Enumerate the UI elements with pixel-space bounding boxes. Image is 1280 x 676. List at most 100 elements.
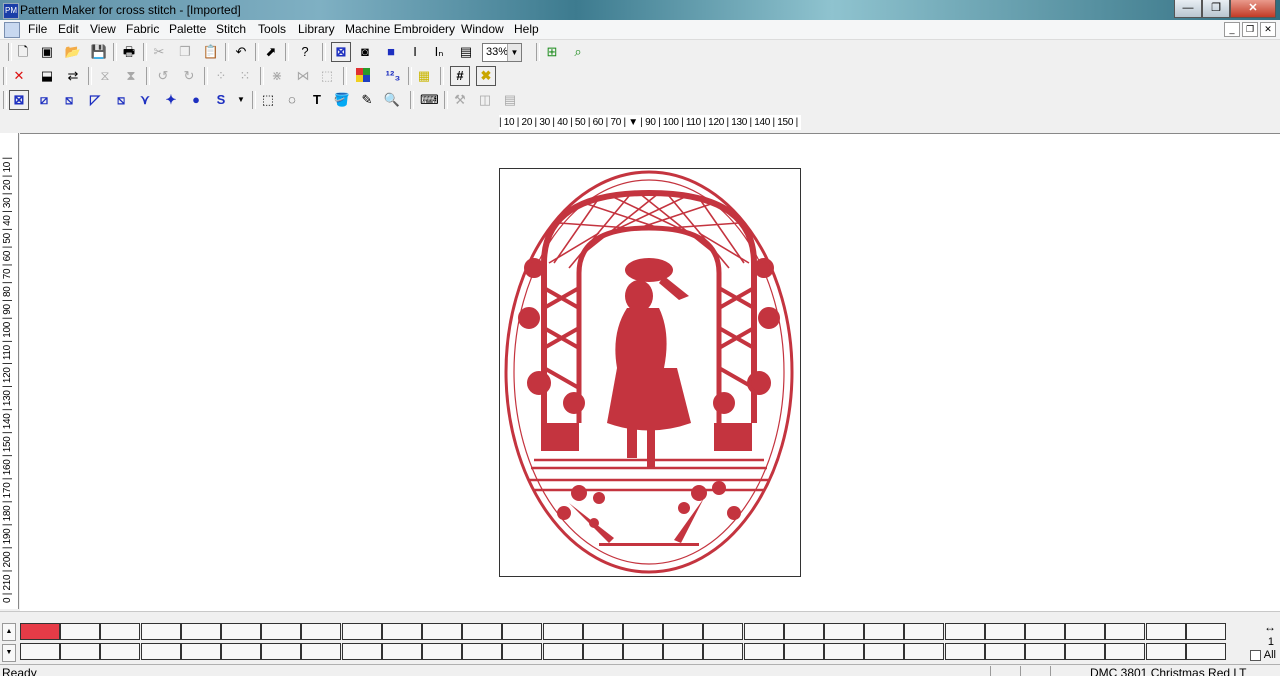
- bead-icon[interactable]: ●: [187, 91, 205, 109]
- menu-fabric[interactable]: Fabric: [126, 22, 159, 36]
- open-folder-icon[interactable]: 📂: [64, 43, 82, 61]
- layers-icon[interactable]: ▤: [501, 91, 519, 109]
- view-line-icon[interactable]: Iₙ: [430, 43, 448, 61]
- menu-tools[interactable]: Tools: [258, 22, 286, 36]
- palette-swatch[interactable]: [743, 623, 784, 640]
- cross-stitch-toggle-icon[interactable]: ✖: [476, 66, 496, 86]
- split-view-icon[interactable]: ◫: [476, 91, 494, 109]
- library-insert-icon[interactable]: ⬈: [262, 43, 280, 61]
- palette-swatch[interactable]: [261, 643, 302, 660]
- palette-swatch[interactable]: [984, 623, 1025, 640]
- palette-swatch[interactable]: [904, 623, 945, 640]
- fit-to-window-icon[interactable]: ⊞: [543, 43, 561, 61]
- menu-view[interactable]: View: [90, 22, 116, 36]
- remove-isolated-icon[interactable]: ⁘: [212, 67, 230, 85]
- menu-library[interactable]: Library: [298, 22, 335, 36]
- palette-swatch[interactable]: [582, 623, 623, 640]
- palette-swatch[interactable]: [140, 623, 181, 640]
- three-quarter-stitch-icon[interactable]: ⧄: [35, 91, 53, 109]
- horizontal-scrollbar[interactable]: [0, 611, 1280, 620]
- petite-stitch-icon[interactable]: ⧅: [112, 91, 130, 109]
- palette-swatch[interactable]: [180, 623, 221, 640]
- menu-stitch[interactable]: Stitch: [216, 22, 246, 36]
- document-icon[interactable]: [4, 22, 20, 38]
- close-button[interactable]: ✕: [1230, 0, 1276, 18]
- palette-swatch[interactable]: [703, 623, 744, 640]
- zoom-search-icon[interactable]: ⌕: [569, 43, 587, 61]
- backstitch-line-icon[interactable]: S: [212, 91, 230, 109]
- palette-swatch[interactable]: [904, 643, 945, 660]
- palette-swatch[interactable]: [1105, 623, 1146, 640]
- menu-help[interactable]: Help: [514, 22, 539, 36]
- palette-swatch-selected[interactable]: [20, 623, 60, 640]
- quarter-stitch-icon[interactable]: ◸: [86, 91, 104, 109]
- palette-swatch[interactable]: [381, 623, 422, 640]
- ellipse-select-icon[interactable]: ◌: [283, 91, 301, 109]
- palette-swatch[interactable]: [663, 623, 704, 640]
- palette-swatch[interactable]: [703, 643, 744, 660]
- palette-swatch[interactable]: [1185, 643, 1226, 660]
- cut-icon[interactable]: ✂: [150, 43, 168, 61]
- select-area-icon[interactable]: ⬚: [318, 67, 336, 85]
- palette-scroll-up-button[interactable]: ▲: [2, 623, 16, 641]
- menu-palette[interactable]: Palette: [169, 22, 206, 36]
- palette-swatch[interactable]: [341, 623, 382, 640]
- palette-swatch[interactable]: [341, 643, 382, 660]
- all-toggle[interactable]: All: [1249, 649, 1276, 661]
- palette-swatch[interactable]: [301, 623, 342, 640]
- zoom-select[interactable]: 33% ▼: [482, 43, 522, 62]
- chevron-down-icon[interactable]: ▼: [507, 44, 521, 61]
- palette-swatch[interactable]: [60, 643, 101, 660]
- menu-file[interactable]: File: [28, 22, 47, 36]
- palette-swatch[interactable]: [221, 643, 261, 660]
- help-icon[interactable]: ?: [296, 43, 314, 61]
- palette-swatch[interactable]: [221, 623, 261, 640]
- half-stitch-icon[interactable]: ⧅: [60, 91, 78, 109]
- doc-restore-button[interactable]: ❐: [1242, 22, 1258, 37]
- palette-swatch[interactable]: [824, 643, 864, 660]
- palette-swatch[interactable]: [1065, 623, 1106, 640]
- chevron-down-icon[interactable]: ▼: [232, 91, 250, 109]
- palette-swatch[interactable]: [824, 623, 864, 640]
- doc-minimize-button[interactable]: _: [1224, 22, 1240, 37]
- palette-swatch[interactable]: [381, 643, 422, 660]
- palette-swatch[interactable]: [100, 643, 141, 660]
- new-file-icon[interactable]: 🗋: [14, 43, 32, 61]
- view-properties-icon[interactable]: ▤: [457, 43, 475, 61]
- delete-icon[interactable]: ✕: [10, 67, 28, 85]
- palette-swatch[interactable]: [542, 643, 583, 660]
- palette-swatch[interactable]: [1105, 643, 1146, 660]
- palette-swatch[interactable]: [864, 623, 905, 640]
- doc-close-button[interactable]: ✕: [1260, 22, 1276, 37]
- fabric-grid-icon[interactable]: ▦: [415, 67, 433, 85]
- menu-window[interactable]: Window: [461, 22, 504, 36]
- view-text-icon[interactable]: I: [406, 43, 424, 61]
- copy-icon[interactable]: ❐: [176, 43, 194, 61]
- special-stitch-icon[interactable]: ⋎: [136, 91, 154, 109]
- palette-swatch[interactable]: [301, 643, 342, 660]
- palette-swatch[interactable]: [743, 643, 784, 660]
- palette-swatch[interactable]: [502, 643, 543, 660]
- palette-swatch[interactable]: [1145, 643, 1186, 660]
- mirror-vertical-icon[interactable]: ⧗: [122, 67, 140, 85]
- symbol-numbers-icon[interactable]: ¹²₃: [384, 67, 402, 85]
- view-symbols-icon[interactable]: ◙: [356, 43, 374, 61]
- wand-icon[interactable]: ⚒: [451, 91, 469, 109]
- palette-swatch[interactable]: [663, 643, 704, 660]
- palette-swatch[interactable]: [60, 623, 101, 640]
- swap-icon[interactable]: ⇄: [64, 67, 82, 85]
- new-from-image-icon[interactable]: ▣: [38, 43, 56, 61]
- palette-swatch[interactable]: [1185, 623, 1226, 640]
- palette-swatch[interactable]: [582, 643, 623, 660]
- print-icon[interactable]: 🖶: [120, 43, 138, 61]
- palette-nav-arrows[interactable]: ↔: [1264, 620, 1276, 634]
- view-stitches-icon[interactable]: ⊠: [331, 42, 351, 62]
- palette-swatch[interactable]: [261, 623, 302, 640]
- palette-scroll-down-button[interactable]: ▼: [2, 644, 16, 662]
- mirror-horizontal-icon[interactable]: ⧖: [96, 67, 114, 85]
- undo-icon[interactable]: ↶: [232, 43, 250, 61]
- all-checkbox[interactable]: [1249, 649, 1261, 661]
- backstitch-icon[interactable]: ⋈: [294, 67, 312, 85]
- restore-button[interactable]: ❐: [1202, 0, 1230, 18]
- replace-color-icon[interactable]: ⬓: [38, 67, 56, 85]
